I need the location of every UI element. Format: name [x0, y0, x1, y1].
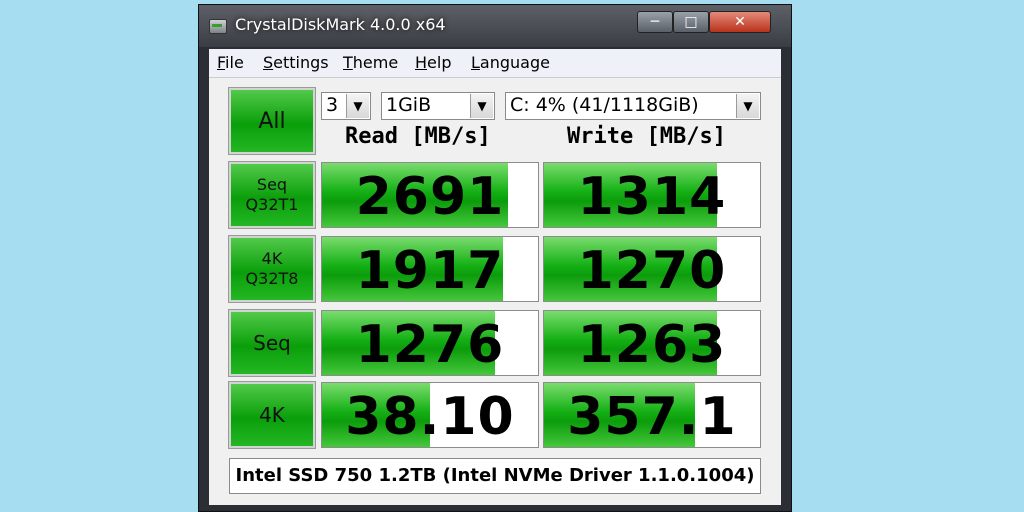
read-result-value: 1276: [355, 315, 505, 375]
test-count-value: 3: [326, 94, 339, 116]
menu-language[interactable]: Language: [471, 53, 550, 72]
test-label-line1: Seq: [256, 175, 288, 194]
write-result-value: 1314: [577, 167, 727, 227]
app-window: CrystalDiskMark 4.0.0 x64 ─ □ ✕ File Set…: [198, 4, 792, 512]
write-result-value: 1270: [577, 241, 727, 301]
minimize-button[interactable]: ─: [637, 11, 673, 33]
read-result-cell: 2691: [321, 162, 539, 228]
test-button-2[interactable]: Seq: [228, 309, 316, 377]
menu-bar: File Settings Theme Help Language: [209, 49, 781, 78]
chevron-down-icon: ▼: [470, 94, 493, 118]
all-button[interactable]: All: [228, 87, 316, 155]
write-header: Write [MB/s]: [567, 124, 726, 149]
write-result-cell: 1314: [543, 162, 761, 228]
test-label-line1: 4K: [259, 403, 285, 427]
menu-help[interactable]: Help: [415, 53, 451, 72]
test-size-select[interactable]: 1GiB ▼: [381, 92, 495, 120]
test-button-0[interactable]: Seq Q32T1: [228, 161, 316, 229]
test-button-1[interactable]: 4K Q32T8: [228, 235, 316, 303]
read-result-cell: 38.10: [321, 382, 539, 448]
drive-info-bar[interactable]: Intel SSD 750 1.2TB (Intel NVMe Driver 1…: [229, 458, 761, 494]
read-header: Read [MB/s]: [345, 124, 491, 149]
write-result-cell: 357.1: [543, 382, 761, 448]
window-title: CrystalDiskMark 4.0.0 x64: [235, 15, 446, 34]
menu-settings[interactable]: Settings: [263, 53, 329, 72]
disk-icon: [209, 19, 227, 34]
read-result-cell: 1917: [321, 236, 539, 302]
drive-value: C: 4% (41/1118GiB): [510, 94, 699, 116]
read-result-cell: 1276: [321, 310, 539, 376]
read-result-value: 38.10: [345, 387, 515, 447]
read-result-value: 1917: [355, 241, 505, 301]
menu-file[interactable]: File: [217, 53, 244, 72]
test-label-line2: Q32T1: [245, 195, 299, 214]
write-result-cell: 1263: [543, 310, 761, 376]
test-label-line1: Seq: [253, 331, 291, 355]
maximize-button[interactable]: □: [673, 11, 709, 33]
test-count-select[interactable]: 3 ▼: [321, 92, 371, 120]
drive-select[interactable]: C: 4% (41/1118GiB) ▼: [505, 92, 761, 120]
test-label-line2: Q32T8: [245, 269, 299, 288]
menu-theme[interactable]: Theme: [343, 53, 398, 72]
test-size-value: 1GiB: [386, 94, 432, 116]
write-result-cell: 1270: [543, 236, 761, 302]
test-label-line1: 4K: [261, 249, 283, 268]
title-bar[interactable]: CrystalDiskMark 4.0.0 x64 ─ □ ✕: [199, 5, 791, 47]
test-button-3[interactable]: 4K: [228, 381, 316, 449]
write-result-value: 357.1: [567, 387, 737, 447]
chevron-down-icon: ▼: [736, 94, 759, 118]
chevron-down-icon: ▼: [346, 94, 369, 118]
benchmark-panel: All 3 ▼ 1GiB ▼ C: 4% (41/1118GiB) ▼ Read…: [209, 78, 781, 505]
write-result-value: 1263: [577, 315, 727, 375]
close-button[interactable]: ✕: [709, 11, 771, 33]
read-result-value: 2691: [355, 167, 505, 227]
